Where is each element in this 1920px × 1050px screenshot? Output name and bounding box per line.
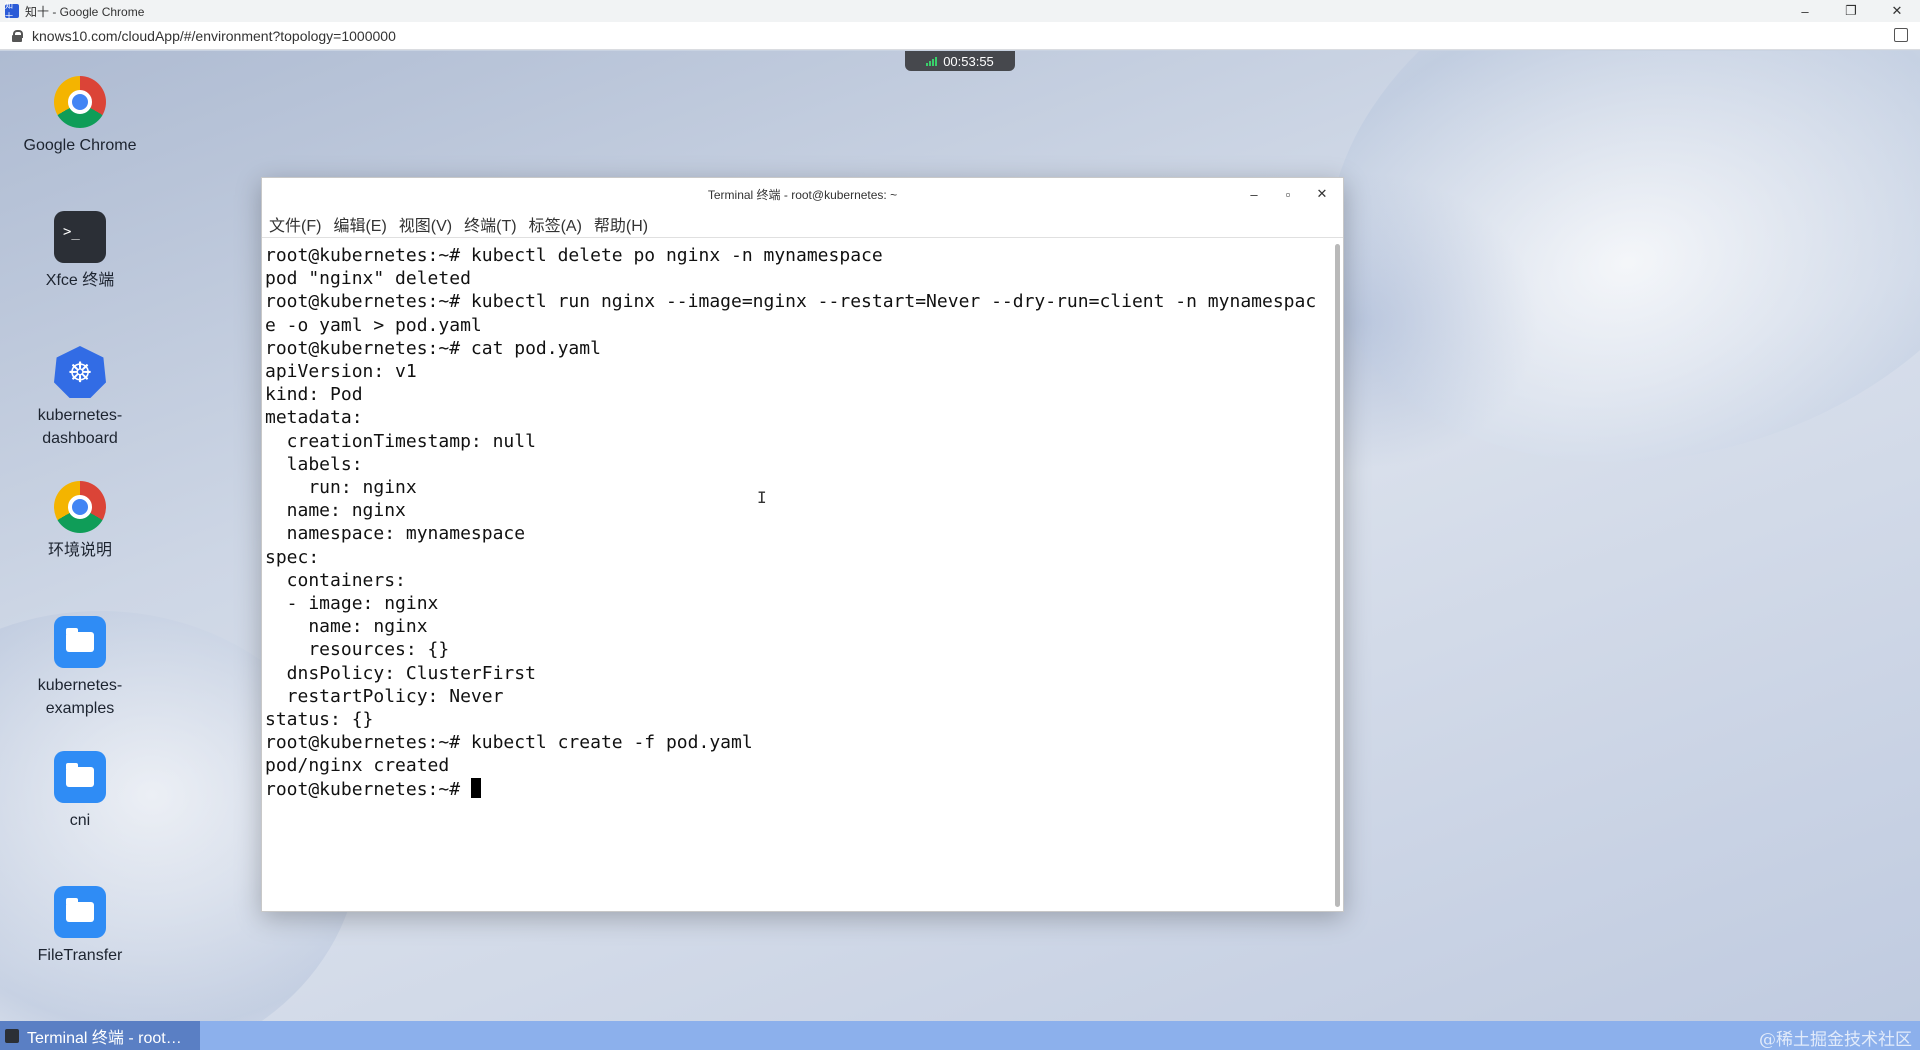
chrome-icon <box>54 481 106 533</box>
chrome-icon <box>54 76 106 128</box>
menu-edit[interactable]: 编辑(E) <box>333 212 386 236</box>
terminal-close-button[interactable]: ✕ <box>1311 184 1333 204</box>
kubernetes-icon: ☸ <box>54 346 106 398</box>
browser-title-bar: 知十 知十 - Google Chrome – ❐ ✕ <box>0 0 1920 22</box>
terminal-line: apiVersion: v1 <box>265 361 417 383</box>
url-text[interactable]: knows10.com/cloudApp/#/environment?topol… <box>32 28 396 44</box>
terminal-line: name: nginx <box>265 500 406 522</box>
desktop-icon-label: 环境说明 <box>47 542 112 559</box>
menu-file[interactable]: 文件(F) <box>269 212 321 236</box>
terminal-line: restartPolicy: Never <box>265 685 504 707</box>
menu-help[interactable]: 帮助(H) <box>594 212 648 236</box>
desktop-icon-label: cni <box>69 812 91 829</box>
terminal-output[interactable]: root@kubernetes:~# kubectl delete po ngi… <box>265 244 1331 907</box>
terminal-line: root@kubernetes:~# cat pod.yaml <box>265 337 601 359</box>
browser-minimize-button[interactable]: – <box>1782 0 1828 22</box>
desktop-icon-label: Google Chrome <box>23 137 137 154</box>
terminal-line: name: nginx <box>265 616 428 638</box>
browser-window-controls: – ❐ ✕ <box>1782 0 1920 22</box>
taskbar: Terminal 终端 - root… @稀土掘金技术社区 <box>0 1021 1920 1050</box>
signal-icon <box>926 56 938 66</box>
menu-terminal[interactable]: 终端(T) <box>464 212 516 236</box>
desktop-icon-environment-guide[interactable]: 环境说明 <box>10 481 150 562</box>
terminal-minimize-button[interactable]: – <box>1243 184 1265 204</box>
terminal-line: run: nginx <box>265 477 417 499</box>
terminal-window-controls: – ▫ ✕ <box>1243 184 1333 204</box>
desktop-icon-kubernetes-dashboard[interactable]: ☸ kubernetes- dashboard <box>10 346 150 450</box>
app-logo-icon: 知十 <box>5 1 19 21</box>
terminal-title-bar[interactable]: Terminal 终端 - root@kubernetes: ~ – ▫ ✕ <box>262 178 1343 210</box>
terminal-menu-bar: 文件(F) 编辑(E) 视图(V) 终端(T) 标签(A) 帮助(H) <box>262 210 1343 238</box>
menu-view[interactable]: 视图(V) <box>399 212 452 236</box>
terminal-line: root@kubernetes:~# kubectl run nginx --i… <box>265 291 1317 313</box>
lock-icon <box>12 29 23 42</box>
terminal-line: e -o yaml > pod.yaml <box>265 314 482 336</box>
terminal-prompt: root@kubernetes:~# <box>265 778 471 800</box>
desktop-icon-label: kubernetes- examples <box>37 677 123 717</box>
terminal-line: spec: <box>265 546 320 568</box>
terminal-line: metadata: <box>265 407 363 429</box>
text-cursor-ibeam-icon: I <box>757 488 767 507</box>
terminal-line: root@kubernetes:~# kubectl delete po ngi… <box>265 245 883 266</box>
terminal-line: kind: Pod <box>265 384 363 406</box>
session-timer: 00:53:55 <box>905 51 1015 71</box>
terminal-line: labels: <box>265 453 363 475</box>
terminal-line: root@kubernetes:~# kubectl create -f pod… <box>265 732 753 754</box>
terminal-title: Terminal 终端 - root@kubernetes: ~ <box>707 187 898 202</box>
terminal-line: dnsPolicy: ClusterFirst <box>265 662 536 684</box>
desktop-icon-xfce-terminal[interactable]: >_ Xfce 终端 <box>10 211 150 292</box>
address-bar[interactable]: knows10.com/cloudApp/#/environment?topol… <box>0 22 1920 50</box>
terminal-window[interactable]: Terminal 终端 - root@kubernetes: ~ – ▫ ✕ 文… <box>261 177 1344 912</box>
browser-restore-button[interactable]: ❐ <box>1828 0 1874 22</box>
timer-text: 00:53:55 <box>943 53 994 69</box>
desktop-icon-filetransfer[interactable]: FileTransfer <box>10 886 150 967</box>
terminal-line: pod/nginx created <box>265 755 450 777</box>
terminal-cursor <box>470 777 481 798</box>
terminal-line: status: {} <box>265 709 374 731</box>
watermark: @稀土掘金技术社区 <box>1759 1030 1912 1050</box>
terminal-icon: >_ <box>54 211 106 263</box>
folder-icon <box>54 886 106 938</box>
terminal-line: containers: <box>265 569 406 591</box>
browser-close-button[interactable]: ✕ <box>1874 0 1920 22</box>
browser-window-title: 知十 - Google Chrome <box>25 4 145 19</box>
terminal-line: namespace: mynamespace <box>265 523 526 545</box>
desktop-icon-kubernetes-examples[interactable]: kubernetes- examples <box>10 616 150 720</box>
page-action-icon[interactable] <box>1894 28 1908 42</box>
terminal-line: creationTimestamp: null <box>265 430 536 452</box>
terminal-scrollbar[interactable] <box>1335 244 1340 907</box>
taskbar-item-label: Terminal 终端 - root… <box>27 1029 182 1047</box>
terminal-line: resources: {} <box>265 639 450 661</box>
terminal-line: - image: nginx <box>265 593 439 615</box>
desktop-icon-label: FileTransfer <box>37 947 123 964</box>
desktop-icon-google-chrome[interactable]: Google Chrome <box>10 76 150 157</box>
terminal-icon <box>5 1028 19 1043</box>
desktop-icon-label: kubernetes- dashboard <box>37 407 123 447</box>
desktop-icon-cni[interactable]: cni <box>10 751 150 832</box>
folder-icon <box>54 616 106 668</box>
taskbar-item-terminal[interactable]: Terminal 终端 - root… <box>0 1021 200 1050</box>
menu-tabs[interactable]: 标签(A) <box>529 212 582 236</box>
terminal-line: pod "nginx" deleted <box>265 268 471 290</box>
folder-icon <box>54 751 106 803</box>
desktop-icon-label: Xfce 终端 <box>45 272 115 289</box>
terminal-maximize-button[interactable]: ▫ <box>1277 184 1299 204</box>
terminal-prompt-line: root@kubernetes:~# <box>265 777 1331 801</box>
